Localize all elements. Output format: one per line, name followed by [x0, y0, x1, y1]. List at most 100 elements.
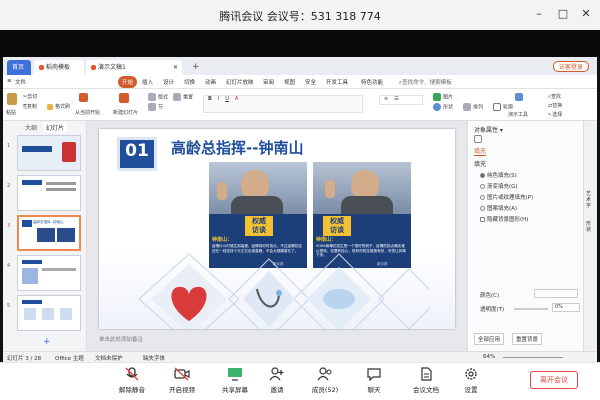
meeting-docs-button[interactable]: 会议文档	[406, 367, 446, 394]
slide-canvas[interactable]: 01 高龄总指挥--钟南山 权威 访谈 钟南山： 疫情什么时候达到高峰，疫情将何…	[99, 129, 455, 329]
pane-title[interactable]: 对象属性 ▾	[474, 125, 503, 134]
menu-file[interactable]: 文件	[15, 78, 26, 86]
menu-developer[interactable]: 开发工具	[326, 78, 348, 86]
menu-animation[interactable]: 动画	[205, 78, 216, 86]
leave-meeting-button[interactable]: 离开会议	[530, 371, 578, 389]
section-button[interactable]: 节	[148, 103, 163, 111]
format-painter-button[interactable]: 格式刷	[47, 103, 70, 110]
outline-tab[interactable]: 大纲	[25, 123, 37, 132]
select-label: 选择	[552, 112, 563, 118]
text-format-group[interactable]: ≡ ☰	[379, 95, 423, 105]
medical-image	[323, 289, 355, 309]
invite-label: 邀请	[270, 386, 284, 394]
slide-thumb-5[interactable]	[17, 295, 81, 331]
font-color-icon: A	[234, 96, 239, 102]
authority-badge: 权威 访谈	[323, 216, 351, 236]
shape-button[interactable]: 形状	[433, 103, 453, 111]
font-format-group[interactable]: BIUA	[203, 95, 363, 113]
tab-home[interactable]: 首页	[7, 60, 31, 75]
transparency-label: 透明度(T)	[480, 307, 505, 313]
protect-status[interactable]: 文档未保护	[95, 354, 123, 362]
invite-button[interactable]: 邀请	[257, 367, 297, 394]
settings-button[interactable]: 设置	[451, 367, 491, 394]
menu-special[interactable]: 特色功能	[361, 78, 383, 86]
transparency-input[interactable]: 0%	[552, 303, 580, 312]
image-button[interactable]: 图片	[433, 93, 453, 101]
menu-design[interactable]: 设计	[163, 78, 174, 86]
portrait-hand	[217, 182, 227, 200]
members-button[interactable]: 成员(52)	[305, 367, 345, 394]
zoom-level[interactable]: 64%	[483, 354, 495, 360]
minimize-button[interactable]: –	[531, 6, 547, 22]
slide-thumb-3[interactable]: 高龄总指挥--钟南山	[17, 215, 81, 251]
hide-bg-graphics[interactable]: 隐藏背景图形(H)	[480, 215, 528, 223]
chat-button[interactable]: 聊天	[354, 367, 394, 394]
ribbon-toolbar: 粘贴 ✂剪切 ⎘复制 格式刷 从当前开始 新建幻灯片 版式 节 重置 BIUA …	[3, 89, 597, 121]
copy-button[interactable]: ⎘复制	[23, 103, 37, 110]
slide-thumb-2[interactable]	[17, 175, 81, 211]
command-search[interactable]: ⌕查找命令、搜索模板	[399, 78, 452, 87]
missing-font[interactable]: 缺失字体	[143, 354, 165, 362]
menu-insert[interactable]: 插入	[142, 78, 153, 86]
window-title-bar: 腾讯会议 会议号：531 318 774 – □ ✕	[0, 0, 600, 30]
new-tab-button[interactable]: +	[187, 60, 205, 75]
tab-close-icon[interactable]: ✕	[173, 60, 178, 75]
menu-transition[interactable]: 切换	[184, 78, 195, 86]
fill-option-solid[interactable]: 纯色填充(S)	[480, 171, 517, 179]
start-video-button[interactable]: 开启视频	[162, 367, 202, 394]
presenter-button[interactable]	[515, 93, 525, 101]
new-slide-button[interactable]	[119, 93, 131, 103]
document-tabs: 首页 稻壳模板 演示文稿1 ✕ + 访客登录	[3, 57, 597, 75]
close-button[interactable]: ✕	[578, 6, 594, 22]
menu-slideshow[interactable]: 幻灯片放映	[226, 78, 254, 86]
notes-placeholder[interactable]: 单击此处添加备注	[99, 335, 143, 343]
zoom-slider[interactable]	[503, 357, 563, 358]
color-dropdown[interactable]	[534, 289, 578, 298]
clipboard-icon	[7, 93, 17, 105]
cut-button[interactable]: ✂剪切	[23, 93, 37, 100]
menu-home[interactable]: 开始	[118, 76, 138, 88]
reset-button[interactable]: 重置	[173, 93, 193, 101]
tab-docer[interactable]: 稻壳模板	[34, 60, 84, 75]
portrait-shoulders	[341, 196, 393, 214]
paste-label: 粘贴	[6, 110, 17, 116]
menu-view[interactable]: 视图	[284, 78, 295, 86]
unmute-button[interactable]: 解除静音	[112, 367, 152, 394]
layout-button[interactable]: 版式	[148, 93, 168, 101]
presenter-label: 演示工具	[508, 112, 529, 118]
reset-background-button[interactable]: 重置背景	[512, 333, 543, 345]
fill-option-pattern[interactable]: 图案填充(A)	[480, 204, 517, 212]
outline-button[interactable]: 轮廓	[493, 103, 513, 111]
fill-bucket-icon[interactable]	[474, 135, 482, 143]
tab-presentation[interactable]: 演示文稿1 ✕	[86, 60, 182, 75]
hamburger-icon[interactable]: ≡	[7, 78, 12, 84]
menu-security[interactable]: 安全	[305, 78, 316, 86]
share-screen-button[interactable]: 共享屏幕	[215, 367, 255, 394]
checkbox	[480, 217, 485, 222]
apply-all-button[interactable]: 全部应用	[474, 333, 505, 345]
presenter-icon	[515, 93, 523, 101]
radio	[480, 206, 485, 211]
maximize-button[interactable]: □	[555, 6, 571, 22]
arrange-button[interactable]: 排列	[463, 103, 483, 111]
paste-button[interactable]	[7, 93, 19, 105]
find-button[interactable]: ⌕查找	[548, 93, 561, 100]
slide-thumb-4[interactable]	[17, 255, 81, 291]
radio	[480, 195, 485, 200]
wordart-tool[interactable]: 艺术字	[586, 191, 595, 209]
add-slide-button[interactable]: +	[43, 337, 51, 347]
shape-tool[interactable]: 形状	[586, 221, 595, 233]
transparency-slider[interactable]	[514, 308, 548, 310]
fill-option-gradient[interactable]: 渐变填充(G)	[480, 182, 518, 190]
pane-tab-fill[interactable]: 填充	[474, 146, 487, 156]
login-button[interactable]: 访客登录	[553, 61, 590, 72]
slides-tab[interactable]: 幻灯片	[43, 122, 68, 133]
menu-review[interactable]: 审阅	[263, 78, 274, 86]
slide-thumb-1[interactable]	[17, 135, 81, 171]
select-button[interactable]: ↖选择	[548, 111, 562, 118]
camera-off-icon	[174, 367, 190, 381]
find-label: 查找	[550, 94, 561, 100]
replace-button[interactable]: ⇄替换	[548, 102, 562, 109]
play-from-current-button[interactable]	[79, 93, 90, 102]
fill-option-picture[interactable]: 图片或纹理填充(P)	[480, 193, 533, 201]
